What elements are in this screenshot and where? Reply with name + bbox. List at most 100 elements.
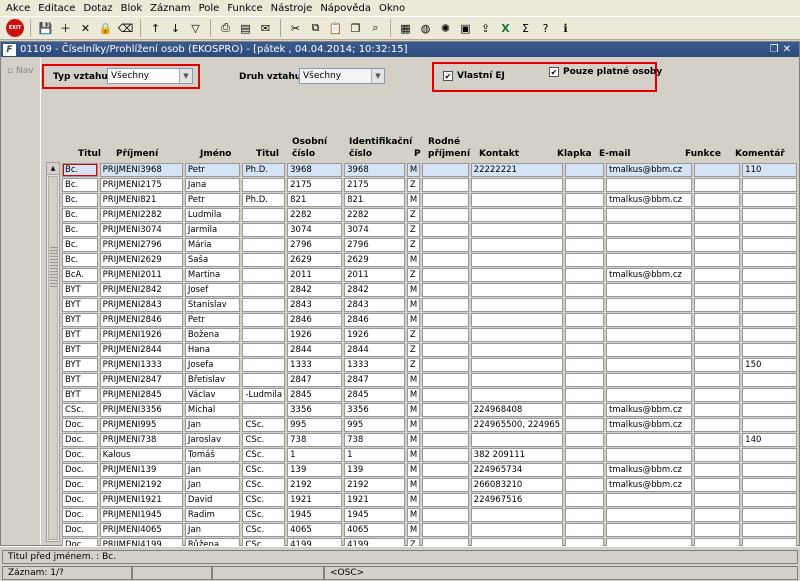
cell-jmeno[interactable]: Petr: [184, 193, 241, 207]
cell-email[interactable]: [605, 253, 692, 267]
cell-email[interactable]: [605, 493, 692, 507]
col-header-titul-za[interactable]: Titul: [256, 148, 279, 160]
cell-klapka[interactable]: [565, 463, 604, 477]
nav-label[interactable]: ▫ Nav: [7, 66, 34, 76]
cell-osobni-cislo[interactable]: 2843: [287, 298, 343, 312]
cell-jmeno[interactable]: Jarmila: [184, 223, 241, 237]
cell-klapka[interactable]: [565, 253, 604, 267]
zoom-icon[interactable]: ⌕: [367, 20, 384, 37]
table-row[interactable]: Bc. PRIJMENI2175 Jana 2175 2175 Z: [62, 178, 797, 192]
cell-komentar[interactable]: [742, 178, 797, 192]
cell-osobni-cislo[interactable]: 2845: [287, 388, 343, 402]
cell-osobni-cislo[interactable]: 2847: [287, 373, 343, 387]
cell-pohlavi[interactable]: M: [406, 313, 421, 327]
cell-funkce[interactable]: [693, 493, 741, 507]
cell-funkce[interactable]: [693, 298, 741, 312]
cell-funkce[interactable]: [693, 373, 741, 387]
cell-rodne-prijmeni[interactable]: [422, 523, 469, 537]
cell-osobni-cislo[interactable]: 3968: [287, 163, 343, 177]
cell-rodne-prijmeni[interactable]: [422, 268, 469, 282]
cell-kontakt[interactable]: [470, 343, 564, 357]
cell-klapka[interactable]: [565, 268, 604, 282]
cell-jmeno[interactable]: Josefa: [184, 358, 241, 372]
cell-komentar[interactable]: [742, 238, 797, 252]
cell-email[interactable]: [605, 343, 692, 357]
cell-klapka[interactable]: [565, 523, 604, 537]
cell-rodne-prijmeni[interactable]: [422, 163, 469, 177]
scroll-thumb[interactable]: [48, 176, 58, 540]
cell-komentar[interactable]: [742, 328, 797, 342]
cell-kontakt[interactable]: [470, 223, 564, 237]
cell-prijmeni[interactable]: PRIJMENI1921: [99, 493, 183, 507]
cell-kontakt[interactable]: [470, 283, 564, 297]
cell-pohlavi[interactable]: Z: [406, 343, 421, 357]
cell-kontakt[interactable]: [470, 268, 564, 282]
cut-icon[interactable]: ✂: [287, 20, 304, 37]
cell-funkce[interactable]: [693, 508, 741, 522]
cell-titul[interactable]: BYT: [62, 373, 98, 387]
cell-titul[interactable]: Bc.: [62, 238, 98, 252]
cell-funkce[interactable]: [693, 283, 741, 297]
cell-identifikacni-cislo[interactable]: 2175: [344, 178, 405, 192]
cell-funkce[interactable]: [693, 253, 741, 267]
sort-desc-icon[interactable]: ↓: [167, 20, 184, 37]
cell-pohlavi[interactable]: M: [406, 463, 421, 477]
cell-identifikacni-cislo[interactable]: 1333: [344, 358, 405, 372]
menu-item-0[interactable]: Akce: [2, 3, 34, 14]
cell-klapka[interactable]: [565, 478, 604, 492]
cell-rodne-prijmeni[interactable]: [422, 238, 469, 252]
cell-email[interactable]: tmalkus@bbm.cz: [605, 463, 692, 477]
mail-icon[interactable]: ✉: [257, 20, 274, 37]
cell-klapka[interactable]: [565, 508, 604, 522]
calendar-icon[interactable]: ▣: [457, 20, 474, 37]
cell-klapka[interactable]: [565, 193, 604, 207]
col-header-jmeno[interactable]: Jméno: [200, 148, 231, 160]
cell-komentar[interactable]: [742, 268, 797, 282]
col-header-rodne-prijmeni[interactable]: Rodné příjmení: [428, 136, 470, 160]
cell-osobni-cislo[interactable]: 1333: [287, 358, 343, 372]
table-row[interactable]: Doc. Kalous Tomáš CSc. 1 1 M 382 209111: [62, 448, 797, 462]
cell-prijmeni[interactable]: PRIJMENI2011: [99, 268, 183, 282]
cell-komentar[interactable]: 150: [742, 358, 797, 372]
calculator-icon[interactable]: ▦: [397, 20, 414, 37]
cell-klapka[interactable]: [565, 358, 604, 372]
menu-item-9[interactable]: Okno: [375, 3, 409, 14]
cell-titul-za[interactable]: [242, 298, 286, 312]
print-icon[interactable]: ⎙: [217, 20, 234, 37]
cell-rodne-prijmeni[interactable]: [422, 508, 469, 522]
cell-komentar[interactable]: [742, 508, 797, 522]
cell-identifikacni-cislo[interactable]: 2629: [344, 253, 405, 267]
cell-funkce[interactable]: [693, 388, 741, 402]
cell-identifikacni-cislo[interactable]: 2796: [344, 238, 405, 252]
cell-kontakt[interactable]: [470, 508, 564, 522]
cell-prijmeni[interactable]: Kalous: [99, 448, 183, 462]
cell-jmeno[interactable]: Saša: [184, 253, 241, 267]
cell-rodne-prijmeni[interactable]: [422, 478, 469, 492]
cell-email[interactable]: [605, 238, 692, 252]
cell-osobni-cislo[interactable]: 2192: [287, 478, 343, 492]
col-header-email[interactable]: E-mail: [599, 148, 631, 160]
cell-komentar[interactable]: [742, 403, 797, 417]
chevron-down-icon[interactable]: ▼: [179, 69, 192, 83]
menu-item-2[interactable]: Dotaz: [79, 3, 116, 14]
cell-osobni-cislo[interactable]: 738: [287, 433, 343, 447]
cell-titul[interactable]: Doc.: [62, 478, 98, 492]
col-header-klapka[interactable]: Klapka: [557, 148, 592, 160]
cell-titul-za[interactable]: [242, 178, 286, 192]
table-row[interactable]: Doc. PRIJMENI995 Jan CSc. 995 995 M 224965500, …: [62, 418, 797, 432]
cell-komentar[interactable]: [742, 373, 797, 387]
cell-klapka[interactable]: [565, 403, 604, 417]
cell-rodne-prijmeni[interactable]: [422, 253, 469, 267]
cell-klapka[interactable]: [565, 373, 604, 387]
cell-pohlavi[interactable]: M: [406, 403, 421, 417]
cell-kontakt[interactable]: [470, 523, 564, 537]
cell-prijmeni[interactable]: PRIJMENI2175: [99, 178, 183, 192]
cell-identifikacni-cislo[interactable]: 1921: [344, 493, 405, 507]
cell-komentar[interactable]: [742, 208, 797, 222]
cell-titul-za[interactable]: [242, 268, 286, 282]
cell-email[interactable]: tmalkus@bbm.cz: [605, 478, 692, 492]
cell-rodne-prijmeni[interactable]: [422, 193, 469, 207]
cell-rodne-prijmeni[interactable]: [422, 178, 469, 192]
cell-klapka[interactable]: [565, 178, 604, 192]
cell-identifikacni-cislo[interactable]: 2847: [344, 373, 405, 387]
